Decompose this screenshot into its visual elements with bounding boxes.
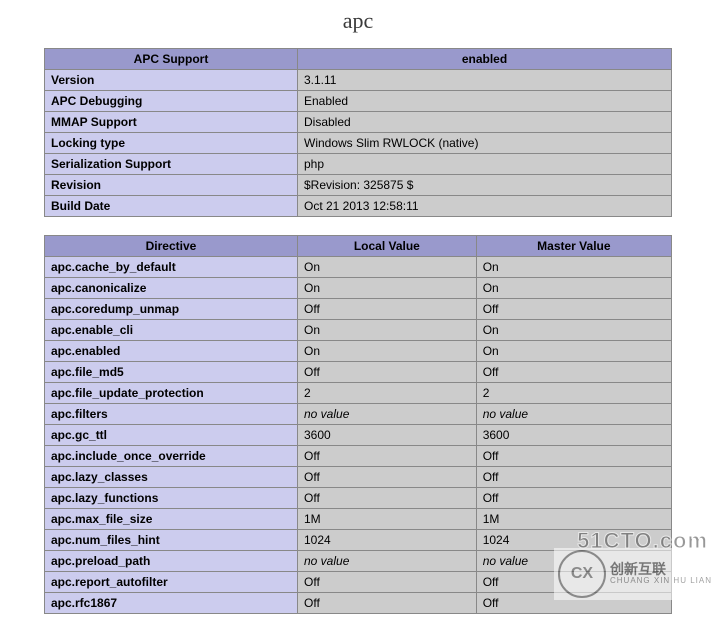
local-value: 1M [298, 509, 477, 530]
master-value: Off [476, 488, 671, 509]
master-value: 1M [476, 509, 671, 530]
local-value: Off [298, 572, 477, 593]
table-row: Serialization Supportphp [45, 154, 672, 175]
master-value: 2 [476, 383, 671, 404]
directive-name: apc.file_update_protection [45, 383, 298, 404]
header-directive: Directive [45, 236, 298, 257]
table-row: Locking typeWindows Slim RWLOCK (native) [45, 133, 672, 154]
directive-name: apc.enabled [45, 341, 298, 362]
info-key: Build Date [45, 196, 298, 217]
directive-name: apc.lazy_classes [45, 467, 298, 488]
info-key: Version [45, 70, 298, 91]
apc-support-table: APC Support enabled Version3.1.11APC Deb… [44, 48, 672, 217]
table-row: apc.coredump_unmapOffOff [45, 299, 672, 320]
local-value: Off [298, 299, 477, 320]
local-value: 2 [298, 383, 477, 404]
directive-name: apc.canonicalize [45, 278, 298, 299]
directive-name: apc.file_md5 [45, 362, 298, 383]
info-key: APC Debugging [45, 91, 298, 112]
master-value: 3600 [476, 425, 671, 446]
directive-name: apc.enable_cli [45, 320, 298, 341]
local-value: Off [298, 446, 477, 467]
info-key: Revision [45, 175, 298, 196]
local-value: 3600 [298, 425, 477, 446]
info-value: Enabled [298, 91, 672, 112]
info-value: Oct 21 2013 12:58:11 [298, 196, 672, 217]
table-row: apc.include_once_overrideOffOff [45, 446, 672, 467]
table-header-row: Directive Local Value Master Value [45, 236, 672, 257]
directive-name: apc.report_autofilter [45, 572, 298, 593]
logo-text-big: 创新互联 [610, 562, 712, 577]
local-value: Off [298, 488, 477, 509]
local-value: no value [298, 404, 477, 425]
master-value: On [476, 257, 671, 278]
table-row: MMAP SupportDisabled [45, 112, 672, 133]
master-value: Off [476, 299, 671, 320]
table-row: apc.enable_cliOnOn [45, 320, 672, 341]
header-local-value: Local Value [298, 236, 477, 257]
local-value: Off [298, 362, 477, 383]
info-value: php [298, 154, 672, 175]
master-value: no value [476, 404, 671, 425]
logo-watermark: CX 创新互联 CHUANG XIN HU LIAN [554, 548, 716, 600]
local-value: no value [298, 551, 477, 572]
info-value: 3.1.11 [298, 70, 672, 91]
info-value: $Revision: 325875 $ [298, 175, 672, 196]
directive-name: apc.max_file_size [45, 509, 298, 530]
directive-name: apc.cache_by_default [45, 257, 298, 278]
table-row: APC DebuggingEnabled [45, 91, 672, 112]
table-row: Version3.1.11 [45, 70, 672, 91]
directive-name: apc.coredump_unmap [45, 299, 298, 320]
header-apc-support: APC Support [45, 49, 298, 70]
local-value: On [298, 278, 477, 299]
table-row: Revision$Revision: 325875 $ [45, 175, 672, 196]
table-row: apc.file_md5OffOff [45, 362, 672, 383]
table-row: apc.canonicalizeOnOn [45, 278, 672, 299]
logo-text: 创新互联 CHUANG XIN HU LIAN [610, 562, 712, 586]
table-row: apc.enabledOnOn [45, 341, 672, 362]
local-value: Off [298, 467, 477, 488]
directive-name: apc.preload_path [45, 551, 298, 572]
local-value: 1024 [298, 530, 477, 551]
table-row: apc.filtersno valueno value [45, 404, 672, 425]
local-value: On [298, 257, 477, 278]
table-row: apc.file_update_protection22 [45, 383, 672, 404]
info-key: MMAP Support [45, 112, 298, 133]
master-value: Off [476, 362, 671, 383]
logo-icon: CX [558, 550, 606, 598]
directive-name: apc.lazy_functions [45, 488, 298, 509]
table-row: apc.max_file_size1M1M [45, 509, 672, 530]
local-value: Off [298, 593, 477, 614]
table-row: apc.lazy_classesOffOff [45, 467, 672, 488]
directive-name: apc.rfc1867 [45, 593, 298, 614]
master-value: On [476, 341, 671, 362]
logo-text-small: CHUANG XIN HU LIAN [610, 577, 712, 586]
info-value: Windows Slim RWLOCK (native) [298, 133, 672, 154]
table-header-row: APC Support enabled [45, 49, 672, 70]
local-value: On [298, 341, 477, 362]
master-value: Off [476, 446, 671, 467]
directive-name: apc.filters [45, 404, 298, 425]
header-master-value: Master Value [476, 236, 671, 257]
info-key: Serialization Support [45, 154, 298, 175]
directive-name: apc.include_once_override [45, 446, 298, 467]
table-row: apc.cache_by_defaultOnOn [45, 257, 672, 278]
module-title: apc [0, 8, 716, 34]
info-key: Locking type [45, 133, 298, 154]
master-value: Off [476, 467, 671, 488]
table-row: apc.lazy_functionsOffOff [45, 488, 672, 509]
local-value: On [298, 320, 477, 341]
header-enabled: enabled [298, 49, 672, 70]
master-value: On [476, 320, 671, 341]
master-value: On [476, 278, 671, 299]
directive-name: apc.gc_ttl [45, 425, 298, 446]
info-value: Disabled [298, 112, 672, 133]
table-row: apc.gc_ttl36003600 [45, 425, 672, 446]
table-row: Build DateOct 21 2013 12:58:11 [45, 196, 672, 217]
directive-name: apc.num_files_hint [45, 530, 298, 551]
